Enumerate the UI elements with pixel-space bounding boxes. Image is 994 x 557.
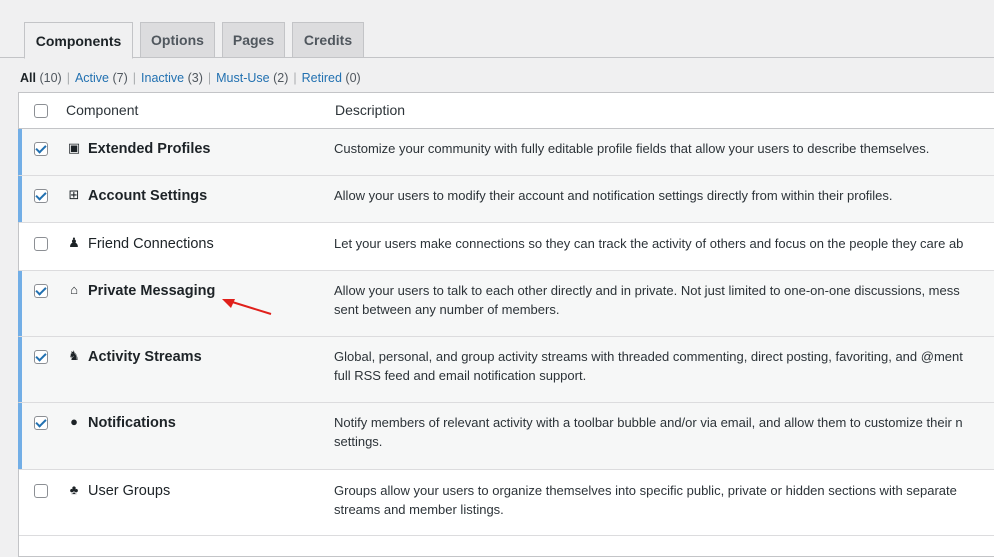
filter-must-use[interactable]: Must-Use (2)	[216, 71, 288, 85]
table-row: ♣ User Groups Groups allow your users to…	[19, 470, 994, 536]
component-description: Notify members of relevant activity with…	[334, 415, 963, 430]
row-checkbox[interactable]	[34, 284, 48, 298]
component-name: Activity Streams	[88, 349, 202, 365]
component-name: Friend Connections	[88, 236, 214, 252]
table-row	[19, 536, 994, 556]
component-description: Let your users make connections so they …	[334, 236, 964, 251]
filter-active[interactable]: Active (7)	[75, 71, 128, 85]
table-row: ♞ Activity Streams Global, personal, and…	[18, 337, 994, 403]
component-name: Account Settings	[88, 188, 208, 204]
component-description-line2: settings.	[334, 434, 383, 449]
component-name: User Groups	[88, 483, 171, 499]
row-checkbox[interactable]	[34, 416, 48, 430]
filter-inactive[interactable]: Inactive (3)	[141, 71, 203, 85]
table-row: ▣ Extended Profiles Customize your commu…	[18, 129, 994, 176]
component-description: Customize your community with fully edit…	[334, 141, 930, 156]
tab-credits[interactable]: Credits	[292, 22, 364, 58]
row-checkbox[interactable]	[34, 237, 48, 251]
row-checkbox[interactable]	[34, 189, 48, 203]
column-header-component: Component	[66, 102, 139, 118]
component-description: Groups allow your users to organize them…	[334, 483, 957, 498]
inbox-icon: ⌂	[70, 282, 78, 297]
activity-icon: ♞	[68, 348, 80, 363]
table-row: ⌂ Private Messaging Allow your users to …	[18, 271, 994, 337]
table-row: ♟ Friend Connections Let your users make…	[19, 223, 994, 271]
component-description: Global, personal, and group activity str…	[334, 349, 963, 364]
tab-options[interactable]: Options	[140, 22, 215, 58]
component-description: Allow your users to talk to each other d…	[334, 283, 960, 298]
component-description-line2: full RSS feed and email notification sup…	[334, 368, 587, 383]
component-name: Private Messaging	[88, 283, 216, 299]
component-description-line2: streams and member listings.	[334, 502, 504, 517]
table-header: Component Description	[19, 93, 994, 129]
annotation-arrow-icon	[222, 299, 272, 315]
component-name: Notifications	[88, 415, 176, 431]
table-row: ● Notifications Notify members of releva…	[18, 403, 994, 470]
component-name: Extended Profiles	[88, 141, 211, 157]
groups-icon: ♣	[69, 482, 79, 497]
profile-card-icon: ▣	[67, 140, 81, 155]
table-row: ⊞ Account Settings Allow your users to m…	[18, 176, 994, 223]
tab-bar: Components Options Pages Credits	[0, 0, 994, 59]
component-description-line2: sent between any number of members.	[334, 302, 560, 317]
status-filter-links: All (10) | Active (7) | Inactive (3) | Must-Us…	[20, 71, 361, 85]
row-checkbox[interactable]	[34, 484, 48, 498]
select-all-checkbox[interactable]	[34, 104, 48, 118]
components-table: Component Description ▣ Extended Profile…	[18, 92, 994, 557]
filter-retired[interactable]: Retired (0)	[302, 71, 361, 85]
filter-all[interactable]: All (10)	[20, 71, 62, 85]
row-checkbox[interactable]	[34, 142, 48, 156]
tab-components[interactable]: Components	[24, 22, 133, 59]
tab-pages[interactable]: Pages	[222, 22, 285, 58]
column-header-description: Description	[335, 102, 406, 118]
settings-icon: ⊞	[68, 187, 80, 202]
component-description: Allow your users to modify their account…	[334, 188, 893, 203]
lightbulb-icon: ●	[70, 414, 78, 429]
friends-icon: ♟	[68, 235, 80, 250]
row-checkbox[interactable]	[34, 350, 48, 364]
